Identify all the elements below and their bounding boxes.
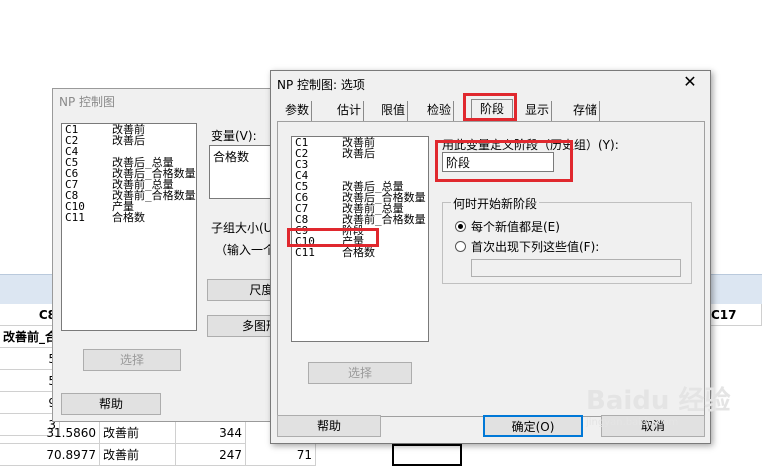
list-item[interactable]: C3 [292,159,428,170]
table-cell[interactable]: 改善前 [100,444,176,466]
np-chart-dialog: NP 控制图 C1 改善前 C2 改善后 C4 C5 改善后_总量 C6 改善后_合格数… [52,88,283,422]
highlight-stages-tab [463,93,517,121]
column-header-c17[interactable]: C17 [708,304,762,326]
close-icon[interactable]: ✕ [680,73,700,91]
tab-tests[interactable]: 检验 [425,101,455,121]
radio-each-label[interactable]: 每个新值都是(E) [471,218,560,235]
list-item[interactable]: C11 合格数 [292,247,428,258]
hint-text: （输入一个 [215,243,276,257]
table-cell[interactable]: 改善前 [100,422,176,444]
table-cell[interactable]: 344 [176,422,246,444]
ok-button[interactable]: 确定(O) [483,415,583,437]
table-cell[interactable]: 9 [0,392,60,414]
table-cell[interactable]: 70.8977 [0,444,100,466]
help-button[interactable]: 帮助 [61,393,161,415]
subgroup-size-label: 子组大小(U [211,221,273,235]
list-item[interactable]: C11 合格数 [62,212,196,223]
highlight-c9-item [287,228,379,247]
first-values-field[interactable] [471,259,681,277]
tab-limits[interactable]: 限值 [379,101,409,121]
table-cell[interactable]: 71 [246,444,316,466]
watermark-text: Baidu 经验 [586,386,731,416]
tab-storage[interactable]: 存储 [571,101,601,121]
column-listbox[interactable]: C1 改善前 C2 改善后 C4 C5 改善后_总量 C6 改善后_合格数量 C7 改善前… [61,123,197,331]
highlight-stage-field [435,140,573,182]
select-button[interactable]: 选择 [308,362,412,384]
select-button[interactable]: 选择 [83,349,181,371]
selected-cell[interactable] [392,444,462,466]
column-header-c8[interactable]: C8 [0,304,60,326]
tab-display[interactable]: 显示 [523,101,553,121]
list-item[interactable]: C2 改善后 [292,148,428,159]
radio-each-new-value[interactable] [455,221,466,232]
dialog-title: NP 控制图: 选项 [277,78,365,92]
watermark-url: jingyan.baidu.com [586,417,679,428]
column-name-cell[interactable]: 改善前_合 [0,326,60,348]
baidu-watermark: Baidu 经验 jingyan.baidu.com [586,380,756,440]
help-button[interactable]: 帮助 [277,415,381,437]
table-cell[interactable]: 5 [0,370,60,392]
dialog-title: NP 控制图 [59,95,116,109]
radio-first-occurrence[interactable] [455,241,466,252]
table-cell[interactable]: 5 [0,348,60,370]
table-cell[interactable]: 31.5860 [0,422,100,444]
list-item[interactable]: C2 改善后 [62,135,196,146]
tab-estimate[interactable]: 估计 [335,101,365,121]
group-title: 何时开始新阶段 [451,195,540,212]
new-stage-group: 何时开始新阶段 每个新值都是(E) 首次出现下列这些值(F): [442,195,692,284]
radio-first-label[interactable]: 首次出现下列这些值(F): [471,238,599,255]
table-cell[interactable]: 247 [176,444,246,466]
tab-parameters[interactable]: 参数 [283,101,313,121]
variable-label: 变量(V): [211,129,257,143]
